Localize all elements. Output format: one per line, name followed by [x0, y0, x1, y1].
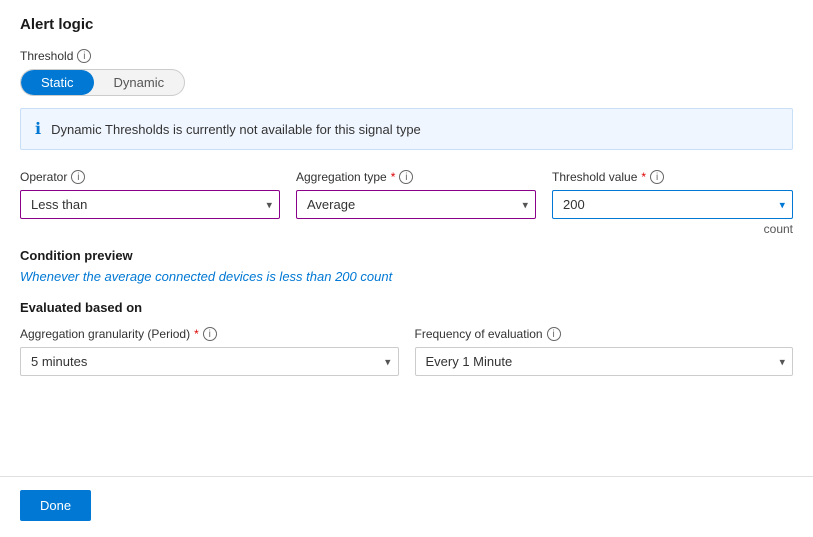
granularity-info-icon[interactable]: i	[203, 327, 217, 341]
info-banner-text: Dynamic Thresholds is currently not avai…	[51, 122, 421, 137]
threshold-value-input[interactable]	[552, 190, 793, 219]
page-title: Alert logic	[20, 16, 793, 33]
aggregation-granularity-field: Aggregation granularity (Period) * i 1 m…	[20, 327, 399, 376]
threshold-input-wrapper: ▾	[552, 190, 793, 219]
frequency-select-wrapper: Every 1 Minute Every 5 Minutes Every 15 …	[415, 347, 794, 376]
page-container: Alert logic Threshold i Static Dynamic ℹ…	[0, 0, 813, 537]
threshold-value-info-icon[interactable]: i	[650, 170, 664, 184]
footer-divider	[0, 476, 813, 477]
frequency-select[interactable]: Every 1 Minute Every 5 Minutes Every 15 …	[415, 347, 794, 376]
condition-preview-section: Condition preview Whenever the average c…	[20, 248, 793, 284]
threshold-value-field: Threshold value * i ▾ count	[552, 170, 793, 236]
operator-label: Operator i	[20, 170, 280, 184]
filter-row: Operator i Less than Greater than Greate…	[20, 170, 793, 236]
evaluated-row: Aggregation granularity (Period) * i 1 m…	[20, 327, 793, 376]
granularity-select-wrapper: 1 minute 5 minutes 15 minutes 30 minutes…	[20, 347, 399, 376]
frequency-label: Frequency of evaluation i	[415, 327, 794, 341]
operator-field: Operator i Less than Greater than Greate…	[20, 170, 280, 219]
toggle-dynamic[interactable]: Dynamic	[94, 70, 185, 95]
condition-preview-title: Condition preview	[20, 248, 793, 263]
aggregation-type-field: Aggregation type * i Average Count Minim…	[296, 170, 536, 219]
frequency-field: Frequency of evaluation i Every 1 Minute…	[415, 327, 794, 376]
agg-required-star: *	[391, 170, 396, 184]
evaluated-title: Evaluated based on	[20, 300, 793, 315]
operator-select-wrapper: Less than Greater than Greater than or e…	[20, 190, 280, 219]
threshold-section: Threshold i Static Dynamic	[20, 49, 793, 96]
operator-select[interactable]: Less than Greater than Greater than or e…	[20, 190, 280, 219]
done-button[interactable]: Done	[20, 490, 91, 521]
granularity-select[interactable]: 1 minute 5 minutes 15 minutes 30 minutes…	[20, 347, 399, 376]
footer-actions: Done	[20, 490, 91, 521]
threshold-unit-label: count	[552, 222, 793, 236]
threshold-label: Threshold i	[20, 49, 793, 63]
threshold-info-icon[interactable]: i	[77, 49, 91, 63]
threshold-required-star: *	[641, 170, 646, 184]
aggregation-type-select[interactable]: Average Count Minimum Maximum Total	[296, 190, 536, 219]
aggregation-type-select-wrapper: Average Count Minimum Maximum Total ▾	[296, 190, 536, 219]
condition-preview-text: Whenever the average connected devices i…	[20, 269, 793, 284]
aggregation-granularity-label: Aggregation granularity (Period) * i	[20, 327, 399, 341]
operator-info-icon[interactable]: i	[71, 170, 85, 184]
granularity-required-star: *	[194, 327, 199, 341]
info-banner: ℹ Dynamic Thresholds is currently not av…	[20, 108, 793, 150]
toggle-static[interactable]: Static	[21, 70, 94, 95]
info-banner-icon: ℹ	[35, 119, 41, 139]
aggregation-type-info-icon[interactable]: i	[399, 170, 413, 184]
aggregation-type-label: Aggregation type * i	[296, 170, 536, 184]
frequency-info-icon[interactable]: i	[547, 327, 561, 341]
evaluated-section: Evaluated based on Aggregation granulari…	[20, 300, 793, 376]
threshold-value-chevron-icon: ▾	[779, 198, 785, 211]
threshold-value-label: Threshold value * i	[552, 170, 793, 184]
threshold-toggle[interactable]: Static Dynamic	[20, 69, 185, 96]
